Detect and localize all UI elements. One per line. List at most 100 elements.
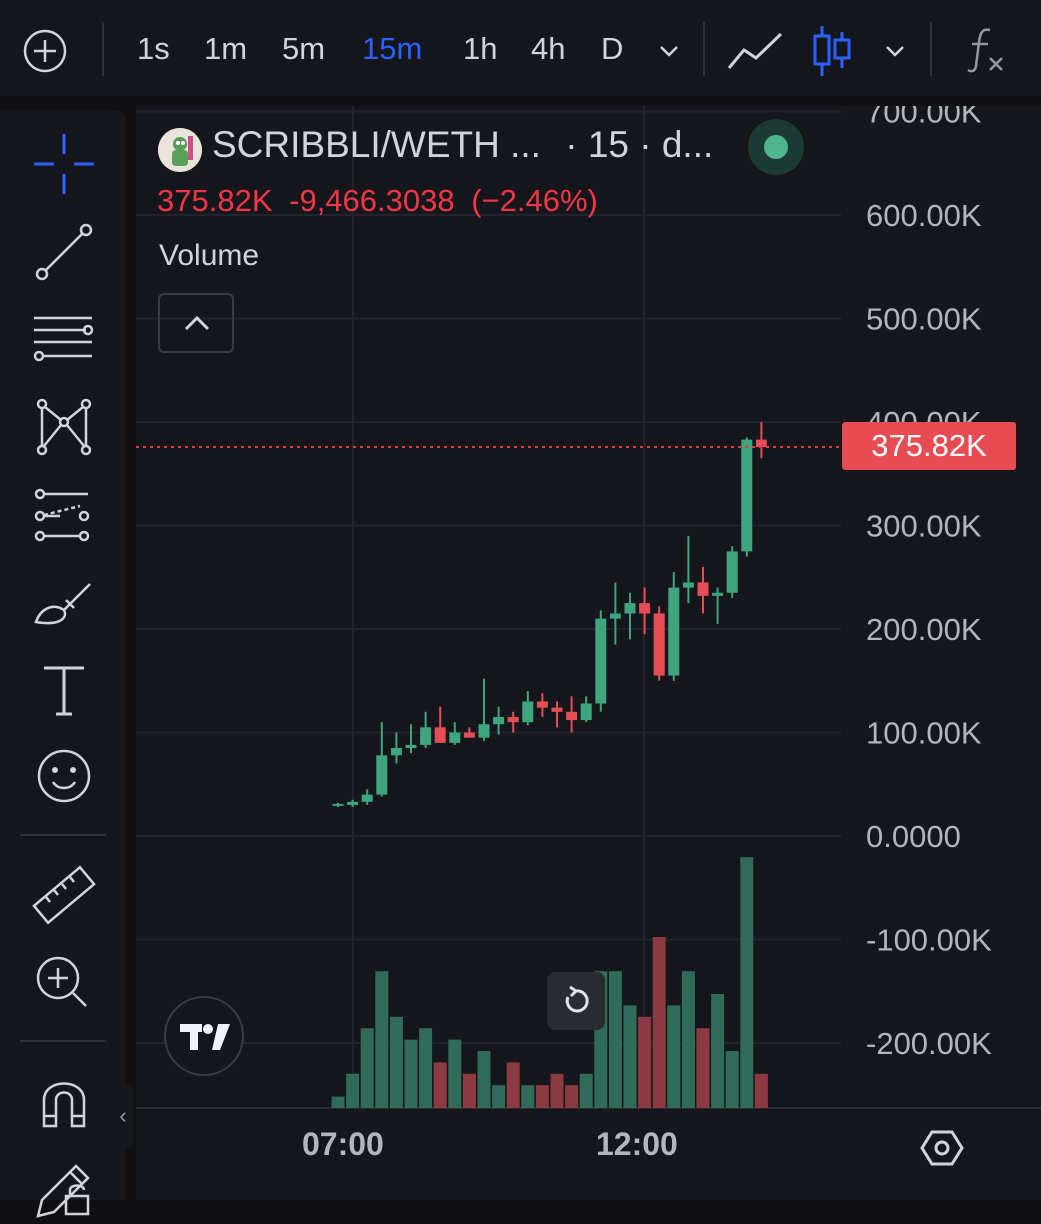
volume-bar <box>521 1085 535 1108</box>
interval-1h[interactable]: 1h <box>463 26 497 72</box>
fib-retracement-icon[interactable] <box>30 306 98 374</box>
emoji-icon[interactable] <box>30 742 98 810</box>
symbol-legend[interactable]: SCRIBBLI/WETH ... · 15 · d... <box>212 124 713 166</box>
candle-body <box>522 701 534 723</box>
fx-icon[interactable] <box>964 26 1008 74</box>
volume-bar <box>623 1005 637 1108</box>
candle-body <box>595 618 607 704</box>
interval-5m[interactable]: 5m <box>282 26 325 72</box>
chevron-down-icon[interactable] <box>656 38 682 64</box>
price-chart[interactable]: 700.00K600.00K500.00K400.00K300.00K200.0… <box>136 106 1041 1200</box>
candle-body <box>507 716 519 723</box>
interval-15m[interactable]: 15m <box>362 26 422 72</box>
volume-bar <box>579 1073 593 1108</box>
text-icon[interactable] <box>30 658 98 726</box>
candle-body <box>726 551 738 593</box>
legend-price: 375.82K <box>157 183 273 218</box>
candlestick-icon[interactable] <box>810 24 854 78</box>
volume-bar <box>535 1085 549 1108</box>
chevron-down-icon[interactable] <box>882 38 908 64</box>
candle-body <box>682 582 694 588</box>
price-scale-label: 600.00K <box>866 198 982 233</box>
candle-body <box>653 613 665 676</box>
candle-body <box>376 755 388 795</box>
zoom-in-icon[interactable] <box>30 948 98 1016</box>
candle-body <box>712 592 724 596</box>
volume-bar <box>419 1028 433 1108</box>
volume-bar <box>725 1051 739 1108</box>
price-scale-label: -200.00K <box>866 1026 992 1061</box>
crosshair-icon[interactable] <box>30 130 98 198</box>
candle-body <box>347 801 359 805</box>
volume-bar <box>711 994 725 1108</box>
ruler-icon[interactable] <box>30 862 98 930</box>
magnet-icon[interactable] <box>30 1070 98 1138</box>
trend-line-icon[interactable] <box>30 218 98 286</box>
status-dot-icon <box>764 135 788 159</box>
sidebar-collapse-tab[interactable]: ‹ <box>112 1084 134 1148</box>
volume-bar <box>389 1016 403 1108</box>
legend-change-pct: (−2.46%) <box>471 183 598 218</box>
chevron-up-icon <box>184 315 210 331</box>
symbol-name: SCRIBBLI/WETH ... <box>212 124 541 165</box>
tv-logo-icon <box>180 1024 230 1050</box>
volume-bar <box>740 857 754 1108</box>
legend-collapse-button[interactable] <box>158 293 234 353</box>
price-scale-label: 100.00K <box>866 716 982 751</box>
volume-legend[interactable]: Volume <box>159 239 259 273</box>
candle-body <box>755 439 767 448</box>
volume-bar <box>696 1028 710 1108</box>
candle-body <box>668 587 680 676</box>
price-scale-label: 300.00K <box>866 509 982 544</box>
volume-bar <box>565 1085 579 1108</box>
interval-d[interactable]: D <box>601 26 623 72</box>
candle-body <box>390 748 402 756</box>
candle-body <box>405 744 417 749</box>
brush-icon[interactable] <box>30 570 98 638</box>
market-status-badge[interactable] <box>748 119 804 175</box>
symbol-meta: · 15 · d... <box>565 124 714 165</box>
candle-body <box>493 716 505 725</box>
prediction-icon[interactable] <box>30 482 98 550</box>
volume-bar <box>462 1073 476 1108</box>
volume-bar <box>360 1028 374 1108</box>
volume-bar <box>404 1039 418 1108</box>
token-logo <box>158 128 202 172</box>
volume-bar <box>681 971 695 1108</box>
chart-pane[interactable]: 700.00K600.00K500.00K400.00K300.00K200.0… <box>136 106 1041 1200</box>
time-label: 07:00 <box>302 1126 384 1162</box>
interval-1s[interactable]: 1s <box>137 26 170 72</box>
candle-body <box>449 732 461 743</box>
chart-settings-icon[interactable] <box>918 1124 966 1172</box>
reset-icon <box>565 985 589 1013</box>
candle-body <box>361 794 373 802</box>
candle-body <box>639 603 651 614</box>
price-scale-label: 500.00K <box>866 302 982 337</box>
time-label: 12:00 <box>596 1126 678 1162</box>
volume-bar <box>433 1062 447 1108</box>
add-icon[interactable] <box>22 28 68 74</box>
price-scale-label: 200.00K <box>866 612 982 647</box>
top-toolbar: 1s 1m 5m 15m 1h 4h D <box>0 0 1041 96</box>
volume-bar <box>448 1039 462 1108</box>
price-scale-label: -100.00K <box>866 923 992 958</box>
reset-chart-button[interactable] <box>547 972 605 1030</box>
volume-bar <box>346 1073 360 1108</box>
volume-bar <box>550 1073 564 1108</box>
interval-4h[interactable]: 4h <box>531 26 565 72</box>
candle-body <box>580 703 592 721</box>
line-chart-icon[interactable] <box>726 28 784 72</box>
candle-body <box>463 732 475 738</box>
candle-body <box>741 439 753 552</box>
interval-1m[interactable]: 1m <box>204 26 247 72</box>
candle-body <box>551 707 563 712</box>
candle-body <box>478 724 490 738</box>
volume-bar <box>652 937 666 1108</box>
pattern-icon[interactable] <box>30 394 98 462</box>
volume-bar <box>331 1096 345 1108</box>
price-scale-label: 0.0000 <box>866 819 961 854</box>
candle-body <box>609 613 621 619</box>
lock-pencil-icon[interactable] <box>30 1156 98 1224</box>
tradingview-logo[interactable] <box>164 996 244 1076</box>
candle-body <box>332 803 344 806</box>
